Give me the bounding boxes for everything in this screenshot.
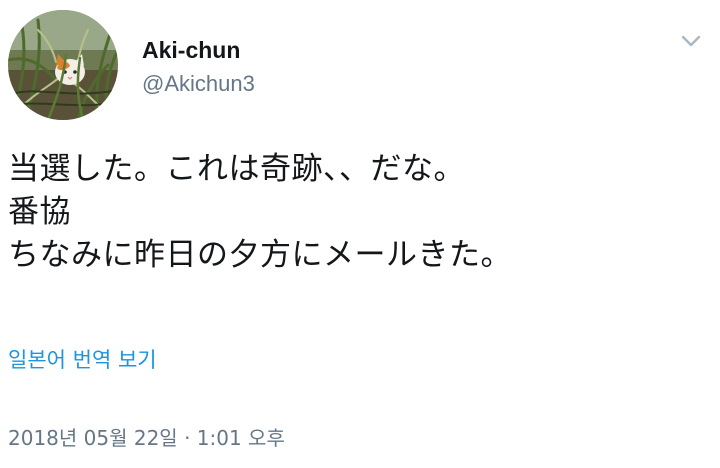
tweet-card: Aki-chun @Akichun3 当選した。これは奇跡、、だな。 番協 ちな… (0, 0, 720, 468)
tweet-text-line: 当選した。これは奇跡、、だな。 (8, 151, 465, 187)
tweet-menu-button[interactable] (676, 26, 706, 56)
user-handle[interactable]: @Akichun3 (142, 70, 255, 98)
avatar[interactable] (8, 10, 118, 120)
tweet-text-line: 番協 (8, 194, 71, 230)
chevron-down-icon (681, 35, 701, 47)
cat-in-grass-avatar-image (8, 10, 118, 120)
tweet-text: 当選した。これは奇跡、、だな。 番協 ちなみに昨日の夕方にメールきた。 (8, 148, 708, 277)
tweet-timestamp[interactable]: 2018년 05월 22일 · 1:01 오후 (8, 424, 285, 452)
translate-link[interactable]: 일본어 번역 보기 (8, 346, 157, 374)
user-info: Aki-chun @Akichun3 (142, 36, 255, 98)
display-name[interactable]: Aki-chun (142, 36, 255, 64)
tweet-text-line: ちなみに昨日の夕方にメールきた。 (8, 237, 512, 273)
